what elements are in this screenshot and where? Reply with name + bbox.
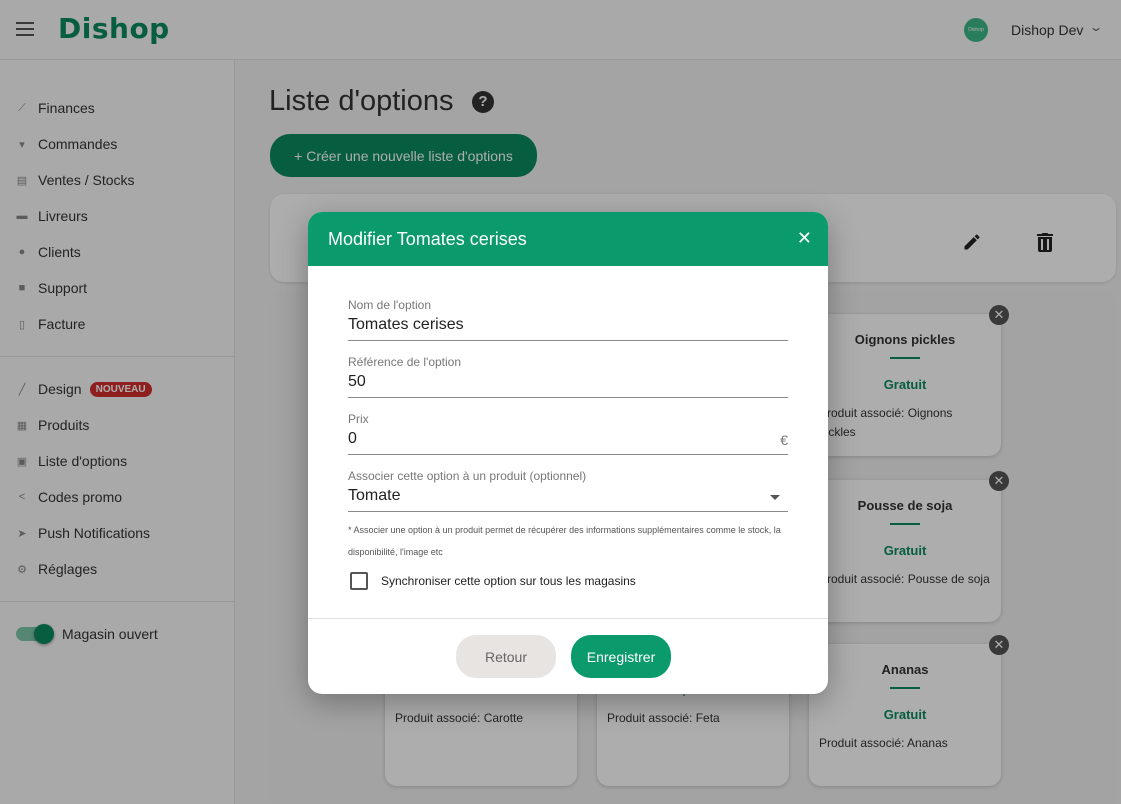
field-label: Nom de l'option <box>348 298 432 312</box>
edit-option-dialog: Modifier Tomates cerises ✕ Nom de l'opti… <box>308 212 828 694</box>
dropdown-arrow-icon[interactable] <box>770 495 780 500</box>
dialog-header: Modifier Tomates cerises ✕ <box>308 212 828 266</box>
currency-suffix: € <box>780 432 788 448</box>
option-reference-field[interactable]: Référence de l'option 50 <box>348 355 788 398</box>
close-icon[interactable]: ✕ <box>797 229 812 247</box>
dialog-divider <box>308 618 828 619</box>
association-hint: * Associer une option à un produit perme… <box>348 525 781 557</box>
sync-all-stores-checkbox[interactable] <box>350 572 368 590</box>
option-price-field[interactable]: Prix 0 € <box>348 412 788 455</box>
field-value[interactable]: Tomates cerises <box>348 316 788 340</box>
field-value[interactable]: Tomate <box>348 487 788 511</box>
sync-all-stores-row: Synchroniser cette option sur tous les m… <box>350 572 636 590</box>
option-name-field[interactable]: Nom de l'option Tomates cerises <box>348 298 788 341</box>
sync-all-stores-label[interactable]: Synchroniser cette option sur tous les m… <box>381 574 636 588</box>
field-label: Référence de l'option <box>348 355 462 369</box>
associated-product-select[interactable]: Associer cette option à un produit (opti… <box>348 469 788 512</box>
dialog-title: Modifier Tomates cerises <box>328 228 527 249</box>
field-label: Associer cette option à un produit (opti… <box>348 469 587 483</box>
field-label: Prix <box>348 412 369 426</box>
field-value[interactable]: 50 <box>348 373 788 397</box>
save-button[interactable]: Enregistrer <box>571 635 671 678</box>
field-value[interactable]: 0 <box>348 430 788 454</box>
back-button[interactable]: Retour <box>456 635 556 678</box>
